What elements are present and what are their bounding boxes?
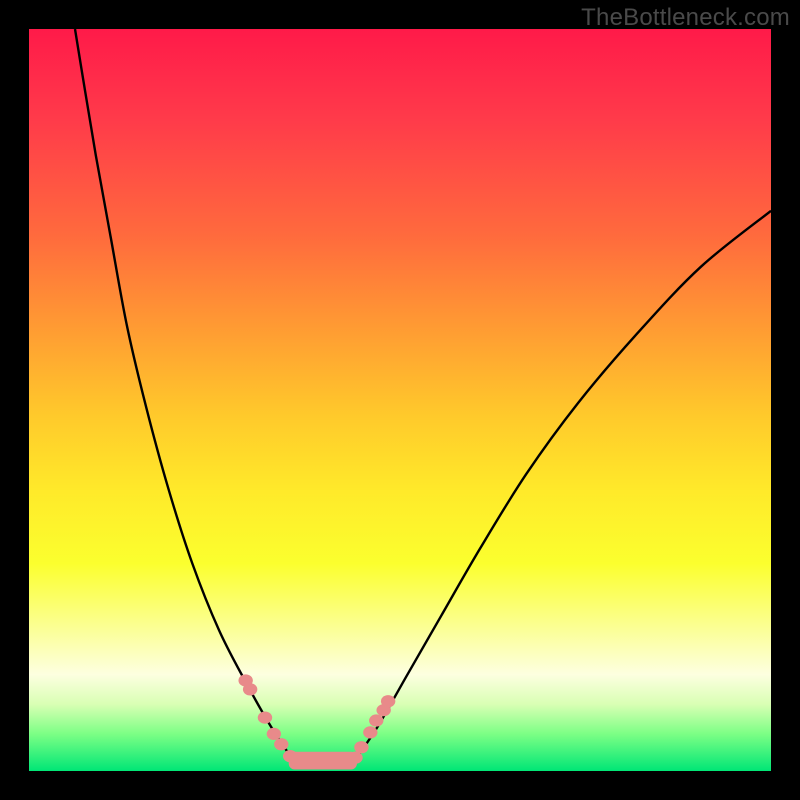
curve-marker: [243, 683, 257, 695]
curve-marker: [363, 726, 377, 738]
curve-marker: [381, 695, 395, 707]
curves-svg: [29, 29, 771, 771]
right-curve: [355, 211, 771, 759]
left-curve: [75, 29, 292, 759]
curve-marker: [258, 711, 272, 723]
plot-area: [29, 29, 771, 771]
watermark-text: TheBottleneck.com: [581, 4, 790, 32]
curve-marker: [267, 728, 281, 740]
curve-markers: [238, 674, 395, 763]
chart-frame: TheBottleneck.com: [0, 0, 800, 800]
curve-marker: [369, 714, 383, 726]
bottom-bar: [289, 752, 357, 770]
curve-marker: [354, 741, 368, 753]
curve-marker: [274, 738, 288, 750]
